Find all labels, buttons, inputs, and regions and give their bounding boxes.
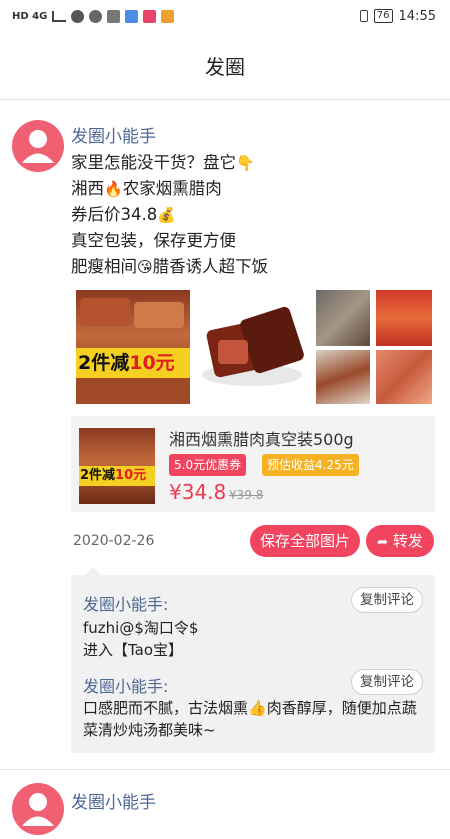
post-image-6[interactable] [376,350,432,404]
page-header: 发圈 [0,32,450,100]
content-line: 券后价34.8💰 [71,202,268,228]
product-original-price: ¥39.8 [229,488,264,502]
promo-overlay: 2件减10元 [79,466,155,486]
post-content: 家里怎能没干货？盘它👇 湘西🔥农家烟熏腊肉 券后价34.8💰 真空包装，保存更方… [71,150,268,280]
save-all-images-button[interactable]: 保存全部图片 [250,525,360,557]
app-icon-pink [143,9,157,23]
content-line: 真空包装，保存更方便 [71,231,236,250]
product-price: ¥34.8 [169,480,227,504]
post-image-3[interactable] [316,290,370,346]
share-button[interactable]: ➦ 转发 [366,525,434,557]
wechat-icon [71,9,85,23]
content-line: 湘西🔥农家烟熏腊肉 [71,176,268,202]
post-author[interactable]: 发圈小能手 [71,122,156,147]
user-silhouette-icon [22,130,54,163]
comment-author[interactable]: 发圈小能手: [83,591,168,615]
post-image-2[interactable] [196,290,310,404]
product-thumbnail: 2件减10元 [79,428,155,504]
app-icon-orange [161,9,175,23]
share-icon: ➦ [377,535,389,550]
product-name: 湘西烟熏腊肉真空装500g [169,430,354,449]
post-image-4[interactable] [376,290,432,346]
content-line: 肥瘦相间😘腊香诱人超下饭 [71,254,268,280]
network-label: HD 4G [12,10,48,22]
comment-text: fuzhi@$淘口令$ 进入【Tao宝】 [83,619,199,659]
coupon-tag: 5.0元优惠券 [169,454,247,476]
kiss-face-icon: 😘 [137,258,153,276]
earnings-tag: 预估收益4.25元 [262,454,359,476]
money-bag-icon: 💰 [157,206,176,224]
app-icon-blue [125,9,139,23]
clock: 14:55 [398,8,436,24]
post-image-1[interactable]: 2件减10元 [76,290,190,404]
product-card[interactable]: 2件减10元 湘西烟熏腊肉真空装500g 5.0元优惠券 预估收益4.25元 ¥… [71,416,435,512]
avatar[interactable] [12,120,64,172]
post-date: 2020-02-26 [73,533,155,549]
battery-indicator: 76 [373,9,393,23]
signal-icon [52,10,67,22]
user-silhouette-icon [22,793,54,826]
point-down-icon: 👇 [236,154,255,172]
status-right: 76 14:55 [359,8,436,24]
promo-overlay: 2件减10元 [76,348,190,378]
fire-icon: 🔥 [104,180,123,198]
vibrate-icon [359,10,368,22]
chat-icon [89,9,103,23]
copy-comment-button[interactable]: 复制评论 [351,587,423,613]
copy-comment-button[interactable]: 复制评论 [351,669,423,695]
comment-text: 口感肥而不腻，古法烟熏👍肉香醇厚，随便加点蔬菜清炒炖汤都美味~ [83,699,417,739]
status-left-icons: HD 4G [12,9,175,23]
post-images: 2件减10元 [76,290,432,404]
comment-author[interactable]: 发圈小能手: [83,673,168,697]
content-line: 家里怎能没干货？盘它👇 [71,150,268,176]
notification-icon [107,9,121,23]
thumbs-up-icon: 👍 [248,699,267,717]
status-bar: HD 4G 76 14:55 [0,0,450,32]
page-title: 发圈 [205,55,245,79]
post-author[interactable]: 发圈小能手 [71,788,156,813]
share-label: 转发 [392,532,423,550]
avatar[interactable] [12,783,64,835]
post-image-5[interactable] [316,350,370,404]
comments-box: 发圈小能手: 复制评论 fuzhi@$淘口令$ 进入【Tao宝】 发圈小能手: … [71,567,435,753]
post-divider [0,769,450,770]
